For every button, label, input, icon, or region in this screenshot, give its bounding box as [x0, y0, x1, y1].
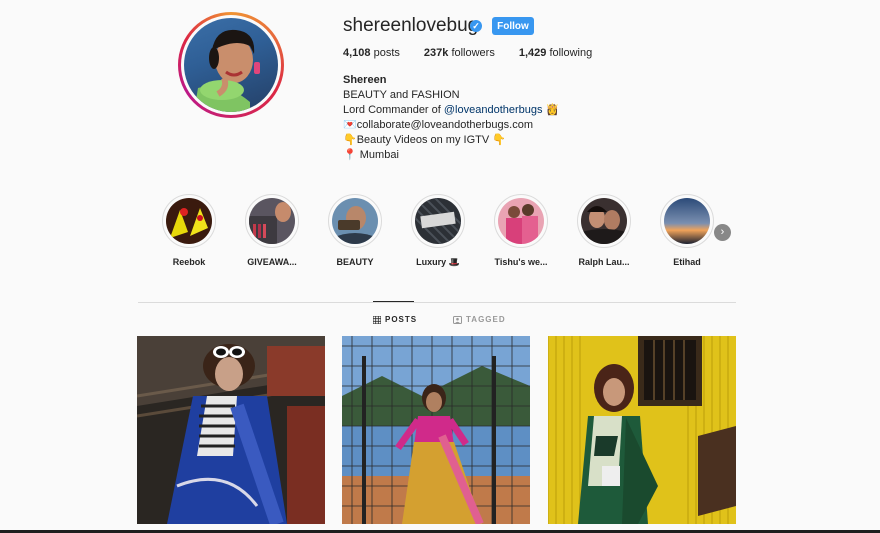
followers-stat[interactable]: 237k followers	[424, 47, 495, 59]
highlight-label: Tishu's we...	[494, 257, 548, 267]
pointing-down-emoji-icon-end: 👇	[492, 134, 506, 146]
following-stat[interactable]: 1,429 following	[519, 47, 592, 59]
highlight-label: GIVEAWA...	[247, 257, 297, 267]
highlight-giveaway-thumb	[249, 198, 295, 244]
profile-bio: Shereen BEAUTY and FASHION Lord Commande…	[343, 73, 559, 163]
bio-line-5: 📍 Mumbai	[343, 148, 559, 163]
posts-stat-label: posts	[373, 47, 400, 59]
verified-badge-icon: ✓	[470, 20, 482, 32]
highlight-label: Reebok	[172, 257, 206, 267]
tab-posts[interactable]: POSTS	[373, 315, 417, 324]
tabs-divider	[138, 302, 736, 303]
tagged-user-icon	[453, 315, 462, 324]
posts-stat: 4,108 posts	[343, 47, 400, 59]
highlight-tishus-wedding[interactable]: Tishu's we...	[485, 194, 557, 267]
highlight-label: Luxury 🎩	[416, 257, 460, 267]
profile-stats: 4,108 posts 237k followers 1,429 followi…	[343, 47, 592, 59]
highlight-giveaway[interactable]: GIVEAWA...	[236, 194, 308, 267]
profile-avatar[interactable]	[178, 12, 284, 118]
avatar-photo	[184, 18, 278, 112]
highlight-beauty-thumb	[332, 198, 378, 244]
highlight-tishus-wedding-thumb	[498, 198, 544, 244]
post-thumbnail-1[interactable]	[137, 336, 325, 524]
highlight-reebok[interactable]: Reebok	[153, 194, 225, 267]
pointing-down-emoji-icon: 👇	[343, 134, 357, 146]
active-tab-indicator	[373, 301, 414, 302]
tab-tagged[interactable]: TAGGED	[453, 315, 506, 324]
highlight-etihad[interactable]: Etihad	[651, 194, 723, 267]
posts-count: 4,108	[343, 47, 371, 59]
bio-location: Mumbai	[356, 149, 399, 161]
bio-igtv-text: Beauty Videos on my IGTV	[356, 134, 490, 146]
bio-line-2-prefix: Lord Commander of	[343, 104, 444, 116]
bio-line-3: 💌collaborate@loveandotherbugs.com	[343, 118, 559, 133]
highlight-beauty[interactable]: BEAUTY	[319, 194, 391, 267]
bio-line-2: Lord Commander of @loveandotherbugs 👸	[343, 103, 559, 118]
bio-line-4: 👇Beauty Videos on my IGTV 👇	[343, 133, 559, 148]
love-letter-emoji-icon: 💌	[343, 119, 357, 131]
bio-mention-link[interactable]: @loveandotherbugs	[444, 104, 543, 116]
highlight-luxury-thumb	[415, 198, 461, 244]
highlight-label: Etihad	[673, 257, 701, 267]
highlight-ralph-lauren-thumb	[581, 198, 627, 244]
location-pin-emoji-icon: 📍	[343, 149, 357, 161]
bio-email: collaborate@loveandotherbugs.com	[356, 119, 533, 131]
grid-icon	[373, 315, 381, 324]
bio-line-1: BEAUTY and FASHION	[343, 89, 460, 101]
princess-emoji-icon: 👸	[545, 104, 560, 116]
highlight-etihad-thumb	[664, 198, 710, 244]
highlight-luxury[interactable]: Luxury 🎩	[402, 194, 474, 268]
post-thumbnail-2[interactable]	[342, 336, 530, 524]
highlight-ralph-lauren[interactable]: Ralph Lau...	[568, 194, 640, 267]
followers-count: 237k	[423, 47, 449, 59]
bio-name: Shereen	[343, 74, 387, 86]
follow-button[interactable]: Follow	[492, 17, 534, 35]
highlight-reebok-thumb	[166, 198, 212, 244]
profile-username: shereenlovebug	[343, 15, 479, 36]
followers-stat-label: followers	[451, 47, 495, 59]
following-count: 1,429	[518, 47, 547, 59]
post-thumbnail-3[interactable]	[548, 336, 736, 524]
highlight-label: BEAUTY	[336, 257, 374, 267]
following-stat-label: following	[549, 47, 593, 59]
highlight-label: Ralph Lau...	[578, 257, 630, 267]
tab-posts-label: POSTS	[385, 315, 418, 324]
tab-tagged-label: TAGGED	[466, 315, 506, 324]
highlights-next-arrow-icon[interactable]: ›	[714, 224, 731, 241]
